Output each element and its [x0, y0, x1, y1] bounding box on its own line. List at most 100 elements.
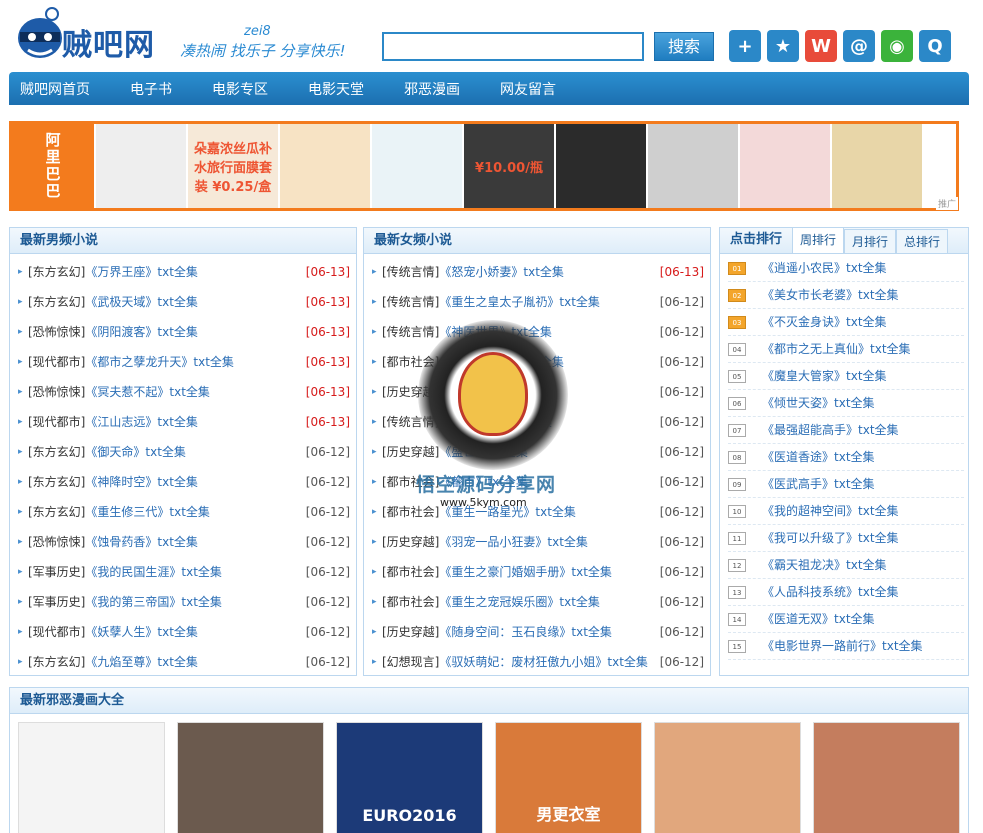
comic-thumb-locker[interactable]: 男更衣室 [495, 722, 642, 833]
novel-row[interactable]: ▸ [现代都市] 《都市之孽龙升天》 txt全集 [06-13] [18, 347, 350, 377]
novel-title[interactable]: 《都市之孽龙升天》 [85, 347, 193, 377]
novel-title[interactable]: 《怒宠小娇妻》 [439, 257, 523, 287]
novel-row[interactable]: ▸ [恐怖惊悚] 《阴阳渡客》 txt全集 [06-13] [18, 317, 350, 347]
novel-row[interactable]: ▸ [历史穿越] 《羽宠一品小狂妻》 txt全集 [06-12] [372, 527, 704, 557]
novel-row[interactable]: ▸ [东方玄幻] 《万界王座》 txt全集 [06-13] [18, 257, 350, 287]
rank-title[interactable]: 《美女市长老婆》 [762, 282, 858, 309]
comic-thumb-leg[interactable] [654, 722, 801, 833]
novel-row[interactable]: ▸ [传统言情] 《神医世界》 txt全集 [06-12] [372, 317, 704, 347]
novel-category[interactable]: [都市社会] [382, 347, 439, 377]
novel-txt-link[interactable]: txt全集 [157, 467, 198, 497]
novel-txt-link[interactable]: txt全集 [523, 347, 564, 377]
rank-title[interactable]: 《电影世界一路前行》 [762, 633, 882, 660]
banner-tag[interactable]: 推广 [935, 197, 958, 210]
rank-title[interactable]: 《都市之无上真仙》 [762, 336, 870, 363]
novel-category[interactable]: [现代都市] [28, 617, 85, 647]
banner-product-3[interactable] [372, 124, 462, 208]
novel-row[interactable]: ▸ [都市社会] 《重生之宠冠娱乐圈》 txt全集 [06-12] [372, 587, 704, 617]
logo-icon[interactable] [12, 4, 68, 64]
novel-row[interactable]: ▸[都市社会]《天天宅一起》txt全集[06-12] [372, 347, 704, 377]
novel-txt-link[interactable]: txt全集 [157, 407, 198, 437]
nav-item-4[interactable]: 邪恶漫画 [404, 79, 460, 99]
novel-txt-link[interactable]: txt全集 [157, 647, 198, 677]
novel-txt-link[interactable]: txt全集 [547, 527, 588, 557]
novel-category[interactable]: [历史穿越] [382, 437, 439, 467]
novel-row[interactable]: ▸ [幻想现言] 《驭妖萌妃：废材狂傲九小姐》 txt全集 [06-12] [372, 647, 704, 677]
novel-txt-link[interactable]: txt全集 [157, 617, 198, 647]
comic-thumb-photo[interactable] [177, 722, 324, 833]
comic-thumb-meme[interactable] [18, 722, 165, 833]
tab-total[interactable]: 总排行 [896, 229, 949, 253]
novel-row[interactable]: ▸[历史穿越]《翔王爷》txt全集[06-12] [372, 377, 704, 407]
banner-product-4[interactable]: ¥10.00/瓶 [464, 124, 554, 208]
rank-txt-link[interactable]: txt全集 [882, 633, 923, 660]
rank-title[interactable]: 《逍遥小农民》 [762, 255, 846, 282]
novel-title[interactable]: 《盛世》 [439, 437, 487, 467]
rank-row[interactable]: 15 《电影世界一路前行》 txt全集 [728, 633, 964, 660]
rank-txt-link[interactable]: txt全集 [858, 282, 899, 309]
novel-row[interactable]: ▸ [东方玄幻] 《武极天域》 txt全集 [06-13] [18, 287, 350, 317]
rank-row[interactable]: 10 《我的超神空间》 txt全集 [728, 498, 964, 525]
novel-category[interactable]: [历史穿越] [382, 377, 439, 407]
rank-txt-link[interactable]: txt全集 [846, 552, 887, 579]
novel-category[interactable]: [东方玄幻] [28, 647, 85, 677]
nav-item-2[interactable]: 电影专区 [212, 79, 268, 99]
rank-row[interactable]: 03 《不灭金身诀》 txt全集 [728, 309, 964, 336]
rank-row[interactable]: 06 《倾世天姿》 txt全集 [728, 390, 964, 417]
alibaba-banner[interactable]: 阿里巴巴 朵嘉浓丝瓜补水旅行面膜套装 ¥0.25/盒 ¥10.00/瓶 推广 [9, 121, 959, 211]
novel-txt-link[interactable]: txt全集 [511, 317, 552, 347]
rank-row[interactable]: 13 《人品科技系统》 txt全集 [728, 579, 964, 606]
search-button[interactable]: 搜索 [654, 32, 714, 61]
rank-title[interactable]: 《医道香途》 [762, 444, 834, 471]
nav-item-1[interactable]: 电子书 [130, 79, 172, 99]
novel-category[interactable]: [传统言情] [382, 317, 439, 347]
rank-title[interactable]: 《倾世天姿》 [762, 390, 834, 417]
novel-title[interactable]: 《江山志远》 [85, 407, 157, 437]
novel-category[interactable]: [东方玄幻] [28, 257, 85, 287]
novel-category[interactable]: [传统言情] [382, 287, 439, 317]
novel-title[interactable]: 《妖孽人生》 [85, 617, 157, 647]
novel-txt-link[interactable]: txt全集 [535, 497, 576, 527]
novel-row[interactable]: ▸ [现代都市] 《江山志远》 txt全集 [06-13] [18, 407, 350, 437]
nav-item-0[interactable]: 贼吧网首页 [20, 79, 90, 99]
novel-title[interactable]: 《我的民国生涯》 [85, 557, 181, 587]
novel-title[interactable]: 《蚀骨药香》 [85, 527, 157, 557]
novel-txt-link[interactable]: txt全集 [157, 527, 198, 557]
novel-title[interactable]: 《阴阳渡客》 [85, 317, 157, 347]
rank-txt-link[interactable]: txt全集 [858, 417, 899, 444]
star-share-icon[interactable]: ★ [767, 30, 799, 62]
novel-title[interactable]: 《九焰至尊》 [85, 647, 157, 677]
rank-row[interactable]: 05 《魔皇大管家》 txt全集 [728, 363, 964, 390]
rank-row[interactable]: 12 《霸天祖龙决》 txt全集 [728, 552, 964, 579]
nav-item-3[interactable]: 电影天堂 [308, 79, 364, 99]
rank-txt-link[interactable]: txt全集 [858, 498, 899, 525]
novel-row[interactable]: ▸ [东方玄幻] 《御天命》 txt全集 [06-12] [18, 437, 350, 467]
novel-title[interactable]: 《神医世界》 [439, 317, 511, 347]
novel-txt-link[interactable]: txt全集 [181, 587, 222, 617]
novel-row[interactable]: ▸ [传统言情] 《怒宠小娇妻》 txt全集 [06-13] [372, 257, 704, 287]
novel-txt-link[interactable]: txt全集 [169, 377, 210, 407]
novel-category[interactable]: [东方玄幻] [28, 287, 85, 317]
novel-txt-link[interactable]: txt全集 [157, 317, 198, 347]
rank-title[interactable]: 《人品科技系统》 [762, 579, 858, 606]
novel-category[interactable]: [军事历史] [28, 557, 85, 587]
novel-title[interactable]: 《重生修三代》 [85, 497, 169, 527]
qq-share-icon[interactable]: Q [919, 30, 951, 62]
novel-row[interactable]: ▸ [东方玄幻] 《九焰至尊》 txt全集 [06-12] [18, 647, 350, 677]
novel-title[interactable]: 《随身空间：玉石良缘》 [439, 617, 571, 647]
rank-txt-link[interactable]: txt全集 [834, 606, 875, 633]
rank-txt-link[interactable]: txt全集 [870, 336, 911, 363]
banner-product-2[interactable] [280, 124, 370, 208]
novel-title[interactable]: 《御天命》 [85, 437, 145, 467]
novel-txt-link[interactable]: txt全集 [169, 497, 210, 527]
rank-txt-link[interactable]: txt全集 [858, 579, 899, 606]
comic-thumb-euro[interactable]: EURO2016 [336, 722, 483, 833]
novel-category[interactable]: [传统言情] [382, 407, 439, 437]
rank-txt-link[interactable]: txt全集 [846, 255, 887, 282]
rank-title[interactable]: 《不灭金身诀》 [762, 309, 846, 336]
comic-thumb-portrait[interactable] [813, 722, 960, 833]
rank-txt-link[interactable]: txt全集 [846, 309, 887, 336]
rank-row[interactable]: 14 《医道无双》 txt全集 [728, 606, 964, 633]
novel-title[interactable]: 《冥夫惹不起》 [85, 377, 169, 407]
novel-row[interactable]: ▸ [军事历史] 《我的民国生涯》 txt全集 [06-12] [18, 557, 350, 587]
